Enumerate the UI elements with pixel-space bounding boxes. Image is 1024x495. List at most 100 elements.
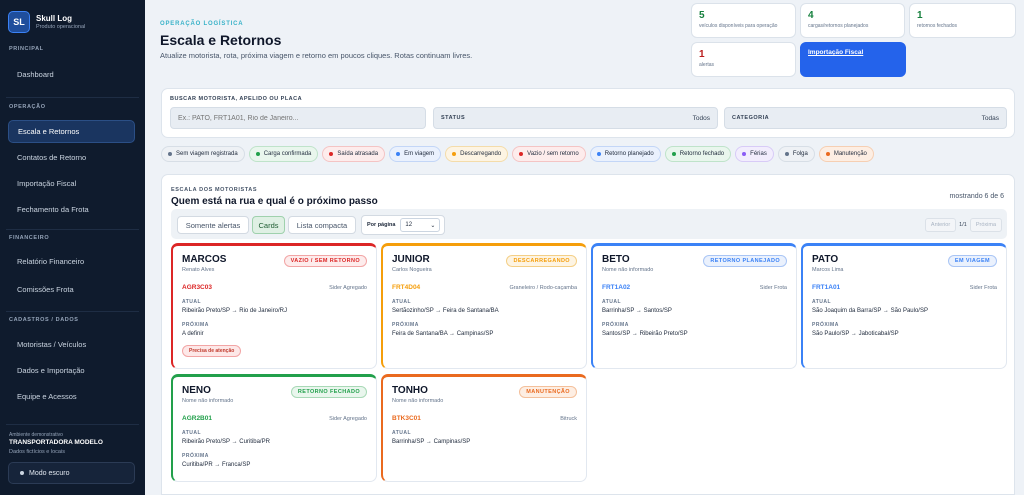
status-select[interactable]: STATUS Todos xyxy=(433,107,718,129)
page-title: Escala e Retornos xyxy=(160,32,282,48)
driver-full-name: Carlos Nogueira xyxy=(392,267,432,273)
import-fiscal-button[interactable]: Importação Fiscal xyxy=(800,42,906,77)
legend-label: Saída atrasada xyxy=(337,151,379,157)
vehicle-plate: AGR3C03 xyxy=(182,284,212,291)
legend-chip[interactable]: Descarregando xyxy=(445,146,509,162)
stat-label: veículos disponíveis para operação xyxy=(699,23,778,29)
next-page-button[interactable]: Próxima xyxy=(969,218,1002,232)
driver-full-name: Nome não informado xyxy=(182,398,234,404)
status-dot-icon xyxy=(596,152,601,156)
legend-label: Sem viagem registrada xyxy=(176,151,238,157)
vehicle-plate: BTK3C01 xyxy=(392,415,421,422)
driver-full-name: Nome não informado xyxy=(602,267,654,273)
stat-planned-returns: 4 cargas/retornos planejados xyxy=(800,3,905,38)
category-value: Todas xyxy=(981,114,999,122)
stat-value: 1 xyxy=(917,10,923,21)
only-alerts-button[interactable]: Somente alertas xyxy=(177,216,249,234)
driver-card[interactable]: PATO EM VIAGEM Marcos Lima FRT1A01 Sider Fro… xyxy=(801,243,1007,369)
sidebar-divider xyxy=(6,424,139,425)
current-route-label: ATUAL xyxy=(812,299,832,305)
legend-label: Manutenção xyxy=(833,151,867,157)
driver-full-name: Renato Alves xyxy=(182,267,215,273)
search-input[interactable] xyxy=(170,107,426,129)
current-route: Ribeirão Preto/SP → Curitiba/PR xyxy=(182,439,270,445)
legend-chip[interactable]: Vazio / sem retorno xyxy=(512,146,586,162)
category-select[interactable]: CATEGORIA Todas xyxy=(724,107,1007,129)
vehicle-type: Sider Agregado xyxy=(329,415,367,422)
sidebar-item-comissoes-frota[interactable]: Comissões Frota xyxy=(8,278,135,301)
current-route: São Joaquim da Barra/SP → São Paulo/SP xyxy=(812,308,928,314)
chevron-down-icon: ⌄ xyxy=(430,222,436,229)
driver-card[interactable]: JUNIOR DESCARREGANDO Carlos Nogueira FRT4D0… xyxy=(381,243,587,369)
current-route: Ribeirão Preto/SP → Rio de Janeiro/RJ xyxy=(182,308,287,314)
next-route: A definir xyxy=(182,331,204,337)
legend-chip[interactable]: Manutenção xyxy=(818,146,874,162)
stat-value: 5 xyxy=(699,10,705,21)
current-route: Sertãozinho/SP → Feira de Santana/BA xyxy=(392,308,499,314)
driver-card[interactable]: BETO RETORNO PLANEJADO Nome não informado F… xyxy=(591,243,797,369)
legend-chip[interactable]: Carga confirmada xyxy=(248,146,319,162)
next-route-label: PRÓXIMA xyxy=(812,322,839,328)
stat-closed-returns: 1 retornos fechados xyxy=(909,3,1016,38)
sidebar-item-motoristas-veiculos[interactable]: Motoristas / Veículos xyxy=(8,333,135,356)
compact-list-button[interactable]: Lista compacta xyxy=(288,216,356,234)
category-label: CATEGORIA xyxy=(732,115,770,121)
legend-chip[interactable]: Férias xyxy=(735,146,774,162)
page-indicator: 1/1 xyxy=(959,222,967,228)
legend-chip[interactable]: Retorno planejado xyxy=(589,146,661,162)
sidebar: SL Skull Log Produto operacional PRINCIP… xyxy=(0,0,145,495)
legend-label: Vazio / sem retorno xyxy=(527,151,579,157)
driver-card[interactable]: MARCOS VAZIO / SEM RETORNO Renato Alves AGR… xyxy=(171,243,377,369)
legend-chip[interactable]: Em viagem xyxy=(389,146,442,162)
stat-value: 4 xyxy=(808,10,814,21)
status-dot-icon xyxy=(784,152,789,156)
next-route: Curitiba/PR → Franca/SP xyxy=(182,462,251,468)
sidebar-item-dados-importacao[interactable]: Dados e Importação xyxy=(8,359,135,382)
vehicle-plate: AGR2B01 xyxy=(182,415,212,422)
per-page-select[interactable]: 12 ⌄ xyxy=(400,218,441,232)
driver-card[interactable]: NENO RETORNO FECHADO Nome não informado AGR… xyxy=(171,374,377,482)
drivers-title: Quem está na rua e qual é o próximo pass… xyxy=(171,196,378,207)
sidebar-item-escala-retornos[interactable]: Escala e Retornos xyxy=(8,120,135,143)
import-fiscal-label: Importação Fiscal xyxy=(808,49,864,56)
sidebar-divider xyxy=(6,97,139,98)
vehicle-type: Sider Agregado xyxy=(329,284,367,291)
driver-card[interactable]: TONHO MANUTENÇÃO Nome não informado BTK3C01… xyxy=(381,374,587,482)
legend-chip[interactable]: Retorno fechado xyxy=(664,146,732,162)
sidebar-item-relatorio-financeiro[interactable]: Relatório Financeiro xyxy=(8,250,135,273)
brand-subtitle: Produto operacional xyxy=(36,24,86,30)
vehicle-type: Sider Frota xyxy=(759,284,787,291)
stat-label: retornos fechados xyxy=(917,23,958,29)
legend-label: Descarregando xyxy=(460,151,502,157)
search-label: BUSCAR MOTORISTA, APELIDO OU PLACA xyxy=(170,96,303,102)
attention-badge: Precisa de atenção xyxy=(182,345,242,357)
pagination: Anterior 1/1 Próxima xyxy=(924,218,1002,232)
sidebar-item-fechamento-frota[interactable]: Fechamento da Frota xyxy=(8,198,135,221)
status-label: STATUS xyxy=(441,115,466,121)
sidebar-item-importacao-fiscal[interactable]: Importação Fiscal xyxy=(8,172,135,195)
sidebar-item-dashboard[interactable]: Dashboard xyxy=(8,63,135,86)
next-route-label: PRÓXIMA xyxy=(392,322,419,328)
sidebar-item-contatos-retorno[interactable]: Contatos de Retorno xyxy=(8,146,135,169)
view-toolbar: Somente alertas Cards Lista compacta Por… xyxy=(171,209,1007,239)
status-badge: VAZIO / SEM RETORNO xyxy=(283,255,367,267)
cards-view-button[interactable]: Cards xyxy=(252,216,285,234)
sidebar-item-equipe-acessos[interactable]: Equipe e Acessos xyxy=(8,385,135,408)
current-route-label: ATUAL xyxy=(182,430,202,436)
vehicle-plate: FRT1A02 xyxy=(602,284,631,291)
brand[interactable]: SL Skull Log Produto operacional xyxy=(8,11,85,33)
next-route-label: PRÓXIMA xyxy=(602,322,629,328)
status-value: Todos xyxy=(692,114,710,122)
current-route-label: ATUAL xyxy=(392,299,412,305)
legend-chip[interactable]: Sem viagem registrada xyxy=(161,146,245,162)
next-route-label: PRÓXIMA xyxy=(182,453,209,459)
dark-mode-button[interactable]: Modo escuro xyxy=(8,462,135,484)
prev-page-button[interactable]: Anterior xyxy=(924,218,957,232)
status-dot-icon xyxy=(452,152,457,156)
per-page-control: Por página 12 ⌄ xyxy=(361,215,446,235)
legend-chip[interactable]: Saída atrasada xyxy=(322,146,386,162)
next-route-label: PRÓXIMA xyxy=(182,322,209,328)
driver-full-name: Nome não informado xyxy=(392,398,444,404)
brand-name: Skull Log xyxy=(36,14,72,23)
legend-chip[interactable]: Folga xyxy=(777,146,815,162)
